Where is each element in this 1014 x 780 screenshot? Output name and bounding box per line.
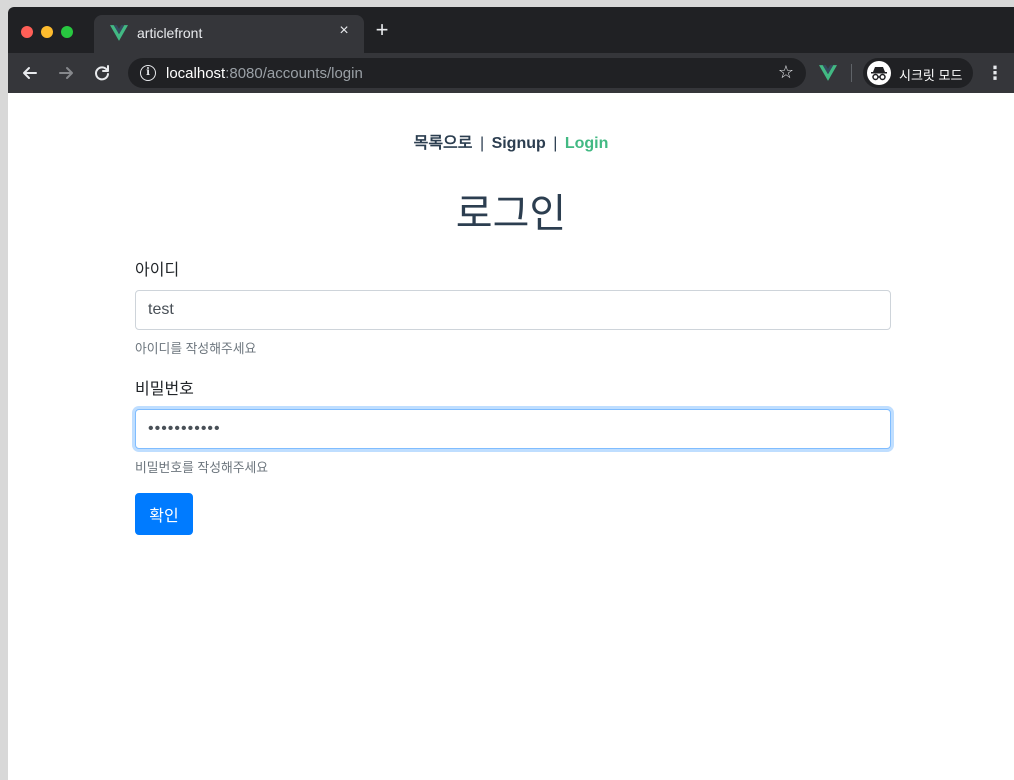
incognito-icon [867, 61, 891, 85]
arrow-right-icon [59, 67, 73, 79]
nav-separator: | [553, 135, 558, 152]
more-vertical-icon[interactable]: ⋮ [986, 62, 1004, 84]
url-text: localhost:8080/accounts/login [166, 65, 363, 82]
username-help: 아이디를 작성해주세요 [135, 341, 257, 356]
vue-icon [110, 25, 128, 41]
browser-toolbar: i localhost:8080/accounts/login ☆ 시크릿 모드… [8, 53, 1014, 93]
page-title: 로그인 [455, 192, 567, 236]
maximize-window-button[interactable] [61, 26, 73, 38]
address-bar[interactable]: i localhost:8080/accounts/login ☆ [128, 58, 806, 88]
reload-icon [95, 65, 109, 81]
reload-button[interactable] [91, 62, 113, 84]
url-path: :8080/accounts/login [225, 65, 363, 82]
nav-separator: | [479, 135, 485, 152]
password-input[interactable]: ••••••••••• [135, 409, 891, 449]
incognito-label: 시크릿 모드 [899, 68, 963, 83]
close-window-button[interactable] [21, 26, 33, 38]
submit-button[interactable]: 확인 [135, 493, 193, 535]
close-tab-icon[interactable]: × [336, 23, 352, 39]
arrow-left-icon [23, 67, 37, 79]
url-host: localhost [166, 65, 226, 82]
toolbar-divider [851, 64, 852, 82]
minimize-window-button[interactable] [41, 26, 53, 38]
info-icon[interactable]: i [140, 65, 156, 81]
nav-link-login[interactable]: Login [565, 135, 609, 152]
vue-icon[interactable] [819, 65, 837, 81]
browser-tab[interactable]: articlefront × [94, 15, 364, 53]
nav-link-list[interactable]: 목록으로 [414, 135, 473, 152]
new-tab-button[interactable]: + [371, 19, 393, 41]
browser-window: articlefront × + i localhost:8080/accoun… [8, 7, 1014, 780]
back-button[interactable] [19, 62, 41, 84]
star-icon[interactable]: ☆ [778, 62, 794, 83]
page-content: 목록으로 | Signup | Login 로그인 아이디 아이디를 작성해주세… [8, 93, 1014, 780]
username-input[interactable] [135, 290, 891, 330]
incognito-badge[interactable]: 시크릿 모드 [863, 58, 973, 88]
nav-link-signup[interactable]: Signup [492, 135, 546, 152]
username-label: 아이디 [135, 262, 180, 279]
tab-strip: articlefront × + [8, 7, 1014, 53]
forward-button[interactable] [55, 62, 77, 84]
tab-title: articlefront [137, 25, 203, 41]
top-navigation: 목록으로 | Signup | Login [8, 129, 1014, 153]
password-label: 비밀번호 [135, 381, 194, 398]
password-help: 비밀번호를 작성해주세요 [135, 460, 269, 475]
